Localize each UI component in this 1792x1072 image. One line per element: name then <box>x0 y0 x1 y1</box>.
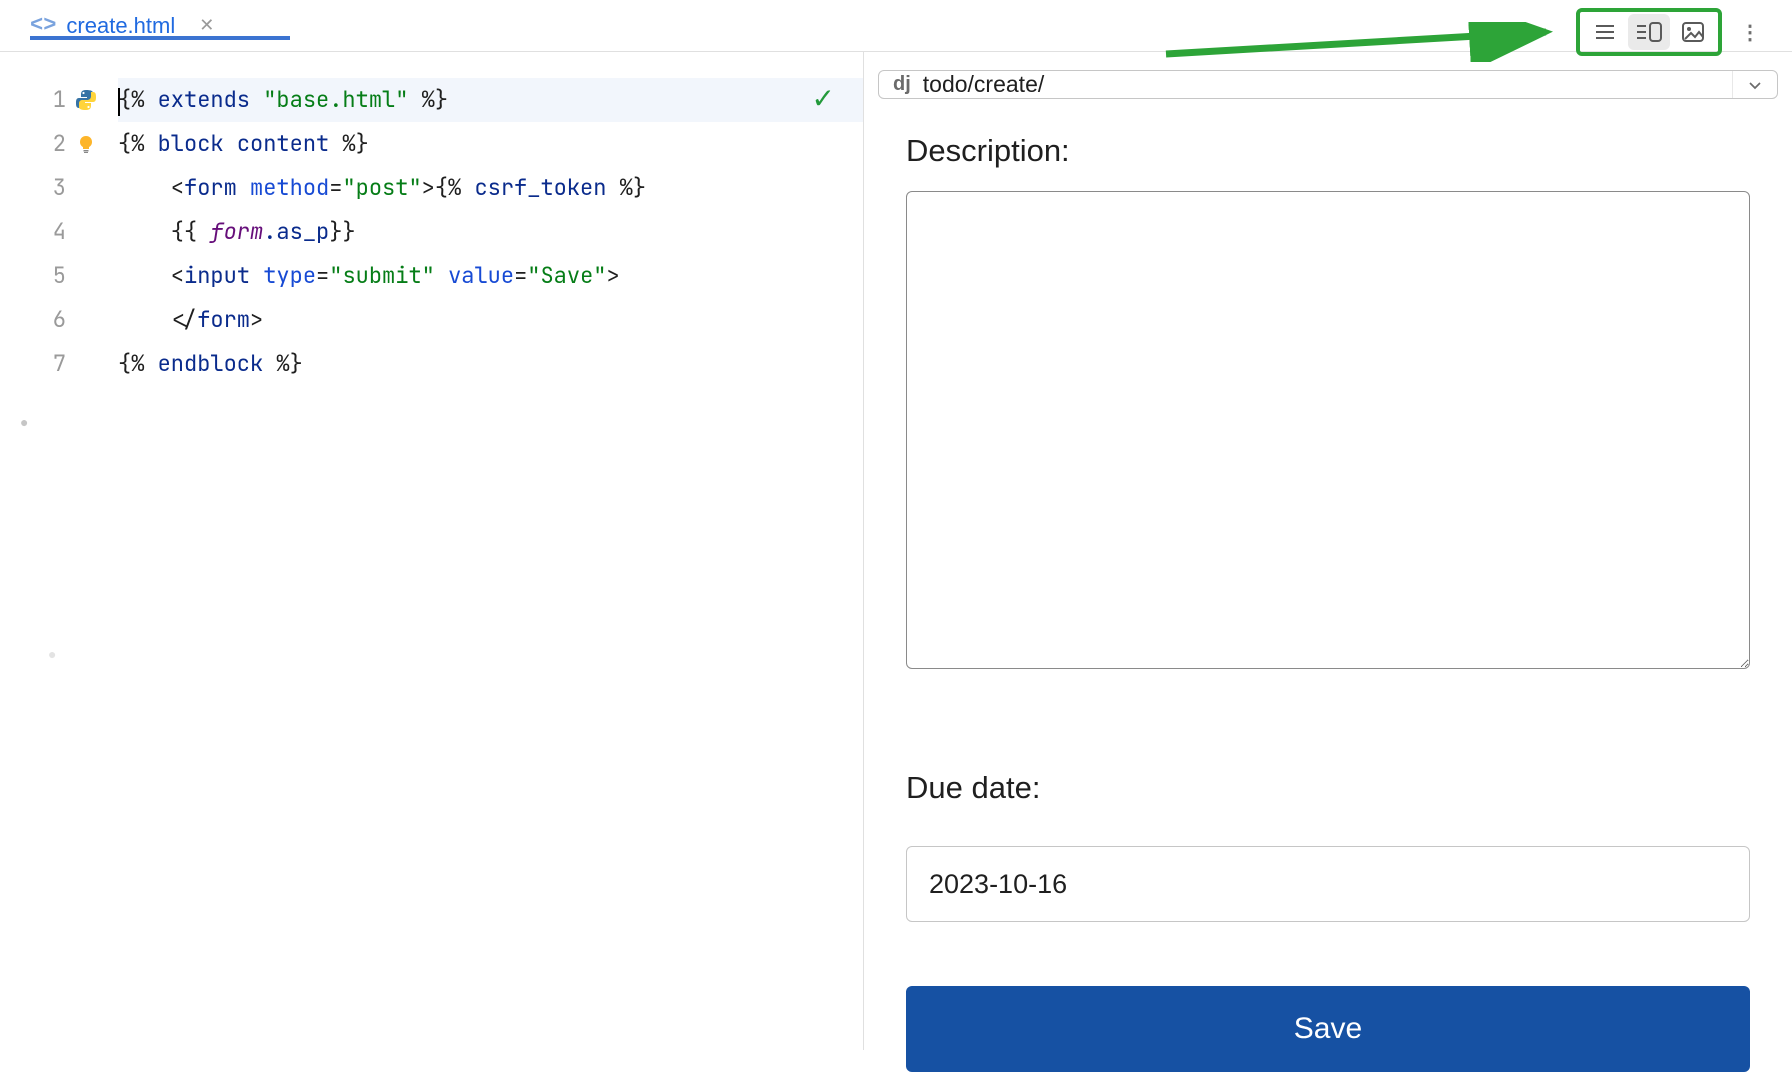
due-date-label: Due date: <box>906 770 1750 806</box>
code-editor[interactable]: 1 2 3 4 5 6 7 <box>0 52 864 1050</box>
line-number: 4 <box>0 210 66 254</box>
lines-icon <box>1594 21 1616 43</box>
description-label: Description: <box>906 133 1750 169</box>
file-tab[interactable]: <> create.html ✕ <box>22 13 222 39</box>
code-line: {{ form.as_p}} <box>118 210 863 254</box>
more-options-button[interactable]: ⋮ <box>1730 14 1770 51</box>
code-line: <input type="submit" value="Save"> <box>118 254 863 298</box>
gutter-marker: ● <box>48 646 56 662</box>
preview-body: Description: Due date: Save <box>864 99 1792 1072</box>
line-number: 2 <box>0 122 66 166</box>
django-icon: dj <box>893 73 911 96</box>
gutter-marker: ● <box>20 414 28 430</box>
html-file-icon: <> <box>30 13 56 38</box>
url-text: todo/create/ <box>923 71 1720 98</box>
code-line: {% block content %} <box>118 122 863 166</box>
split-view-button[interactable] <box>1628 14 1670 50</box>
view-mode-buttons <box>1576 8 1722 56</box>
code-line: {% extends "base.html" %} <box>118 78 863 122</box>
line-number: 5 <box>0 254 66 298</box>
url-dropdown-button[interactable] <box>1732 71 1763 98</box>
line-number: 3 <box>0 166 66 210</box>
close-tab-icon[interactable]: ✕ <box>199 15 214 36</box>
checkmark-icon[interactable]: ✓ <box>812 82 835 115</box>
tab-bar: <> create.html ✕ <box>0 0 1792 52</box>
code-line: </form> <box>118 298 863 342</box>
line-gutter: 1 2 3 4 5 6 7 <box>0 52 74 1050</box>
chevron-down-icon <box>1747 77 1763 93</box>
code-area[interactable]: {% extends "base.html" %} {% block conte… <box>74 52 863 1050</box>
save-button[interactable]: Save <box>906 986 1750 1072</box>
url-bar[interactable]: dj todo/create/ <box>878 70 1778 99</box>
code-line: {% endblock %} <box>118 342 863 386</box>
line-number: 7 <box>0 342 66 386</box>
line-number: 1 <box>0 78 66 122</box>
line-number: 6 <box>0 298 66 342</box>
preview-only-view-button[interactable] <box>1672 14 1714 50</box>
split-icon <box>1636 21 1662 43</box>
image-icon <box>1681 21 1705 43</box>
code-line: <form method="post">{% csrf_token %} <box>118 166 863 210</box>
due-date-input[interactable] <box>906 846 1750 922</box>
active-tab-underline <box>30 36 290 40</box>
main-area: 1 2 3 4 5 6 7 <box>0 52 1792 1050</box>
description-input[interactable] <box>906 191 1750 669</box>
toolbar-right: ⋮ <box>1576 8 1770 56</box>
editor-only-view-button[interactable] <box>1584 14 1626 50</box>
preview-pane: dj todo/create/ Description: Due date: S… <box>864 52 1792 1050</box>
